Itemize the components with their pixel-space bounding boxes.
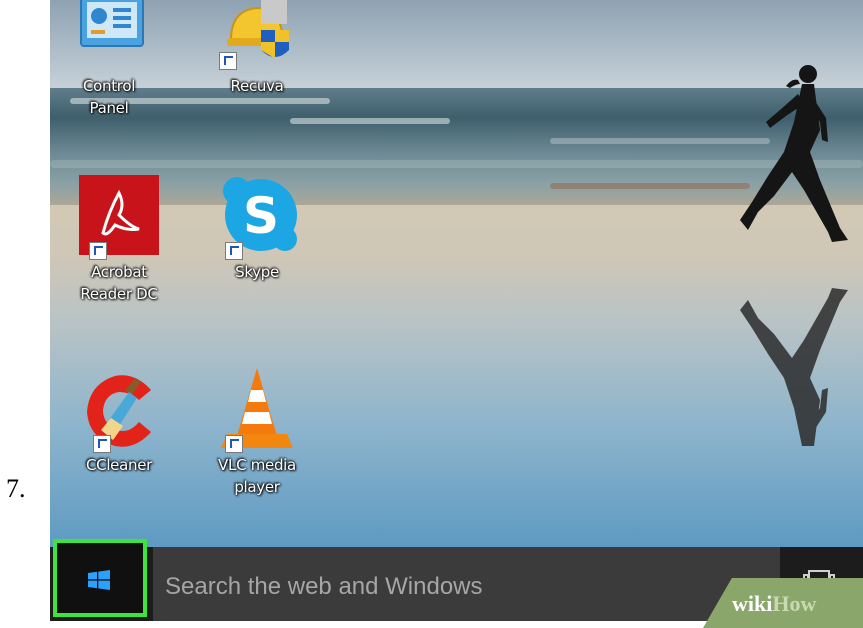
vlc-icon-shortcut[interactable]: VLC media player (202, 368, 312, 497)
svg-text:S: S (243, 187, 279, 245)
recuva-label: Recuva (230, 77, 284, 95)
acrobat-icon-shortcut[interactable]: Acrobat Reader DC (64, 175, 174, 304)
wikihow-watermark: wikiHow (732, 591, 816, 617)
desktop-wallpaper: Control Panel Recuva Acrobat Reader DC S… (50, 0, 863, 547)
windows-logo-icon (88, 570, 110, 590)
ccleaner-icon (87, 375, 151, 447)
search-placeholder: Search the web and Windows (165, 573, 483, 600)
search-box[interactable]: Search the web and Windows (153, 547, 780, 621)
shortcut-arrow-icon (93, 435, 111, 453)
ccleaner-icon-shortcut[interactable]: CCleaner (64, 368, 174, 475)
control-panel-label: Control (82, 77, 136, 95)
start-button[interactable] (53, 539, 147, 617)
shortcut-arrow-icon (89, 242, 107, 260)
vlc-label: VLC media (218, 456, 296, 474)
acrobat-label: Acrobat (91, 263, 147, 281)
control-panel-label-2: Panel (89, 99, 129, 117)
shortcut-arrow-icon (225, 242, 243, 260)
ccleaner-label: CCleaner (85, 456, 153, 474)
skype-label: Skype (235, 263, 279, 281)
control-panel-icon (80, 0, 144, 47)
watermark-part1: wiki (732, 591, 773, 616)
runner-silhouette (740, 65, 848, 446)
shortcut-arrow-icon (225, 435, 243, 453)
shortcut-arrow-icon (219, 52, 237, 70)
recuva-icon-shortcut[interactable]: Recuva (202, 0, 312, 96)
acrobat-label-2: Reader DC (80, 285, 158, 303)
control-panel-icon-shortcut[interactable]: Control Panel (54, 0, 164, 118)
vlc-label-2: player (234, 478, 280, 496)
watermark-part2: How (772, 591, 817, 616)
skype-icon-shortcut[interactable]: S Skype (202, 175, 312, 282)
step-number: 7. (6, 474, 26, 503)
